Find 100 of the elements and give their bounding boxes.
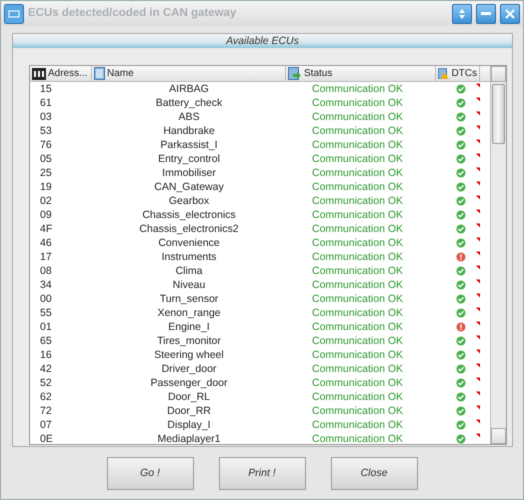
- table-cell-text: 62: [39, 390, 53, 404]
- corner-flag-icon: [476, 167, 480, 172]
- table-cell-text: Driver_door: [160, 362, 218, 376]
- status-cell-text: Communication OK: [311, 166, 404, 180]
- corner-flag-icon: [476, 307, 480, 312]
- table-cell-text: 61: [39, 96, 53, 110]
- app-icon: [4, 4, 24, 24]
- dialog-button[interactable]: Print !: [218, 457, 306, 490]
- corner-flag-icon: [476, 195, 480, 200]
- corner-flag-icon: [476, 181, 480, 186]
- table-cell-text: Door_RL: [166, 390, 212, 404]
- corner-flag-icon: [476, 97, 480, 102]
- status-cell-text: Communication OK: [311, 278, 404, 292]
- column-header[interactable]: Adress...: [30, 66, 92, 81]
- column-header[interactable]: Name: [92, 66, 286, 81]
- table-cell-text: Entry_control: [157, 152, 221, 166]
- corner-flag-icon: [476, 405, 480, 410]
- dialog-button[interactable]: Go !: [106, 457, 194, 490]
- corner-flag-icon: [476, 125, 480, 130]
- close-icon: [505, 8, 515, 18]
- table-cell-text: 4F: [39, 222, 54, 236]
- status-cell-text: Communication OK: [311, 264, 404, 278]
- table-cell-text: Convenience: [157, 236, 221, 250]
- status-cell-text: Communication OK: [311, 432, 404, 444]
- numbers-icon: [32, 68, 46, 80]
- close-button[interactable]: [500, 4, 520, 24]
- table-cell-text: Xenon_range: [156, 306, 222, 320]
- corner-flag-icon: [476, 335, 480, 340]
- scroll-down-button[interactable]: [491, 428, 506, 444]
- table-cell-text: 16: [39, 348, 53, 362]
- table-cell-text: 34: [39, 278, 53, 292]
- table-cell-text: Gearbox: [168, 194, 210, 208]
- status-cell-text: Communication OK: [311, 376, 404, 390]
- scroll-thumb[interactable]: [492, 84, 505, 144]
- document-warning-icon: [438, 67, 450, 80]
- table-cell-text: 76: [39, 138, 53, 152]
- status-cell-text: Communication OK: [311, 404, 404, 418]
- table-cell-text: ABS: [177, 110, 200, 124]
- table-cell-text: 05: [39, 152, 53, 166]
- column-header[interactable]: Status: [286, 66, 436, 81]
- table-cell-text: 52: [39, 376, 53, 390]
- minimize-button[interactable]: [476, 4, 496, 24]
- table-cell-text: Battery_check: [154, 96, 224, 110]
- table-cell-text: 02: [39, 194, 53, 208]
- table-cell-text: 09: [39, 208, 53, 222]
- table-cell-text: Mediaplayer1: [156, 432, 222, 444]
- status-cell-text: Communication OK: [311, 194, 404, 208]
- status-cell-text: Communication OK: [311, 362, 404, 376]
- table-cell-text: Passenger_door: [149, 376, 229, 390]
- table-cell-text: Niveau: [172, 278, 206, 292]
- status-cell-text: Communication OK: [311, 152, 404, 166]
- table-cell-text: Display_I: [166, 418, 212, 432]
- corner-flag-icon: [476, 111, 480, 116]
- corner-flag-icon: [476, 153, 480, 158]
- table-cell-text: Door_RR: [166, 404, 212, 418]
- table-cell-text: 00: [39, 292, 53, 306]
- status-cell-text: Communication OK: [311, 124, 404, 138]
- table-cell-text: 03: [39, 110, 53, 124]
- minimize-icon: [481, 12, 491, 15]
- table-cell-text: Steering wheel: [153, 348, 225, 362]
- status-cell-text: Communication OK: [311, 208, 404, 222]
- table-cell-text: Immobiliser: [161, 166, 217, 180]
- status-cell-text: Communication OK: [311, 250, 404, 264]
- status-cell-text: Communication OK: [311, 348, 404, 362]
- status-cell-text: Communication OK: [311, 236, 404, 250]
- document-icon: [94, 67, 105, 80]
- table-cell-text: Instruments: [160, 250, 218, 264]
- table-cell-text: Engine_I: [167, 320, 211, 334]
- table-cell-text: 55: [39, 306, 53, 320]
- corner-flag-icon: [476, 251, 480, 256]
- status-cell-text: Communication OK: [311, 334, 404, 348]
- scrollbar[interactable]: [490, 66, 506, 444]
- table-cell-text: 25: [39, 166, 53, 180]
- status-cell-text: Communication OK: [311, 418, 404, 432]
- status-cell-text: Communication OK: [311, 82, 404, 96]
- corner-flag-icon: [476, 83, 480, 88]
- table-cell-text: 53: [39, 124, 53, 138]
- corner-flag-icon: [476, 209, 480, 214]
- window-title: ECUs detected/coded in CAN gateway: [28, 6, 238, 21]
- table-cell-text: Chassis_electronics: [141, 208, 237, 222]
- column-header[interactable]: DTCs: [436, 66, 480, 81]
- status-cell-text: Communication OK: [311, 110, 404, 124]
- corner-flag-icon: [476, 265, 480, 270]
- table-cell-text: Chassis_electronics2: [138, 222, 240, 236]
- table-cell-text: Clima: [174, 264, 204, 278]
- scroll-up-button[interactable]: [491, 66, 506, 82]
- up-down-arrow-icon: [458, 8, 466, 20]
- table-cell-text: AIRBAG: [168, 82, 210, 96]
- table-cell-text: 08: [39, 264, 53, 278]
- panel-title: Available ECUs: [13, 34, 512, 48]
- status-cell-text: Communication OK: [311, 390, 404, 404]
- corner-flag-icon: [476, 237, 480, 242]
- restore-button[interactable]: [452, 4, 472, 24]
- table-cell-text: Parkassist_I: [159, 138, 219, 152]
- table-cell-text: 72: [39, 404, 53, 418]
- table-cell-text: 42: [39, 362, 53, 376]
- corner-flag-icon: [476, 321, 480, 326]
- dialog-button[interactable]: Close: [330, 457, 418, 490]
- status-cell-text: Communication OK: [311, 138, 404, 152]
- status-cell-text: Communication OK: [311, 320, 404, 334]
